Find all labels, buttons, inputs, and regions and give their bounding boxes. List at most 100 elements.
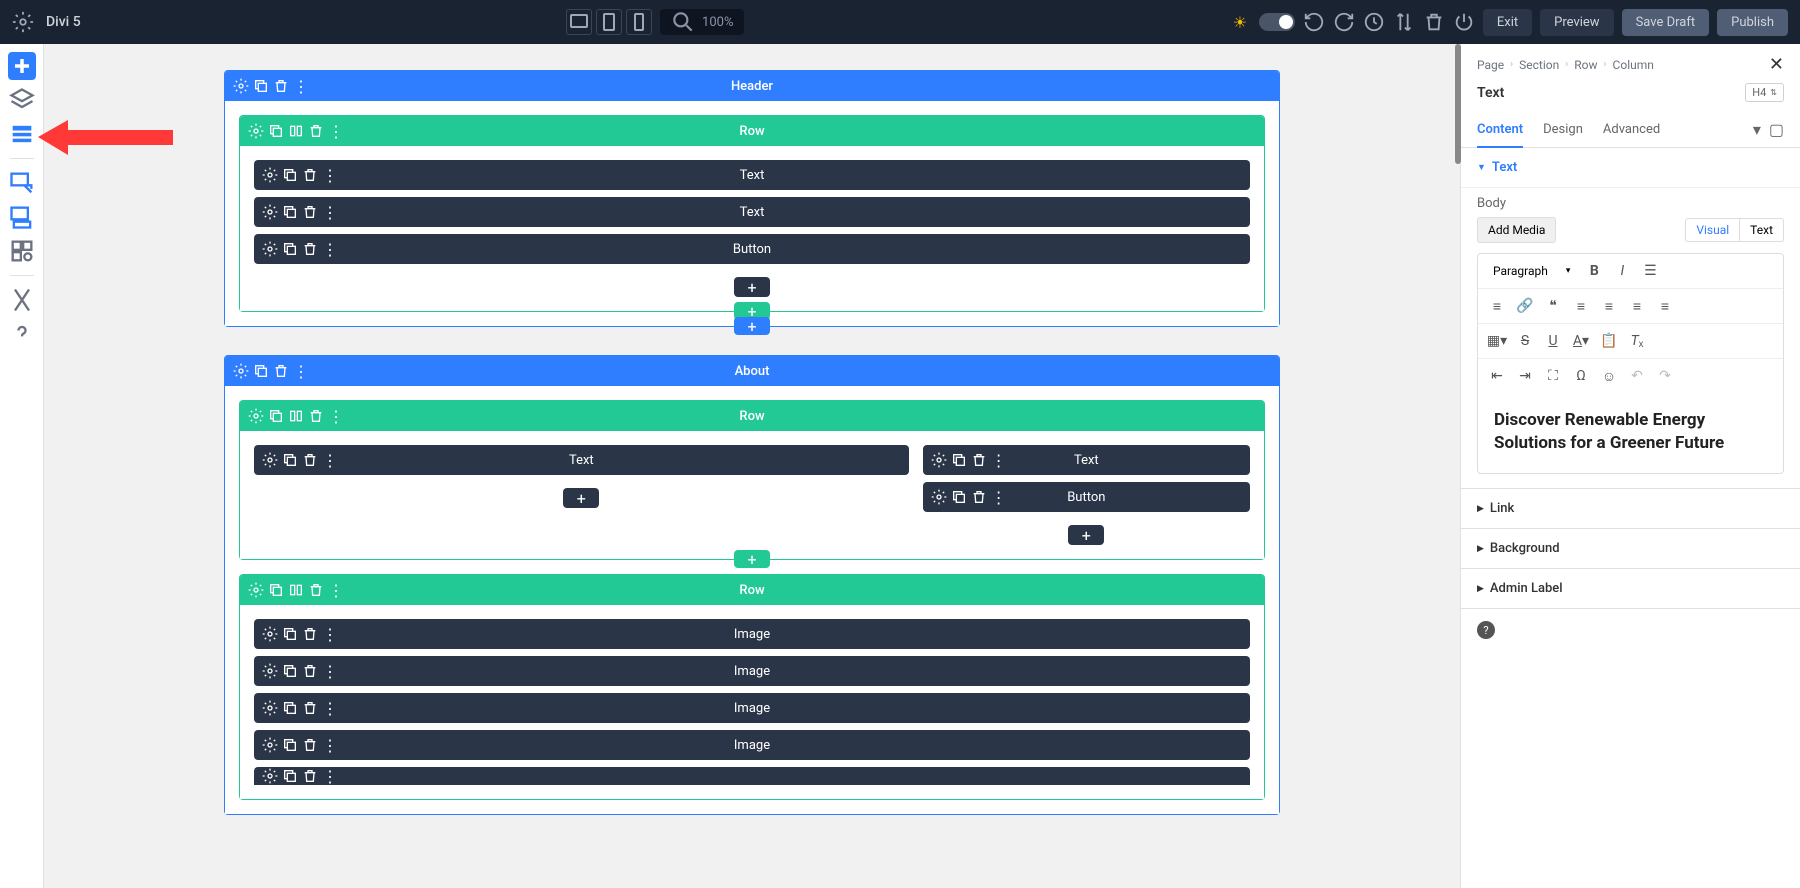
section-header[interactable]: ⋮ Header ⋮ Row [224,70,1280,327]
more-icon[interactable]: ⋮ [322,204,338,220]
preview-button[interactable]: Preview [1540,9,1613,36]
gear-icon[interactable] [262,768,278,784]
mobile-view-icon[interactable] [626,9,652,35]
add-element-button[interactable] [8,52,36,80]
publish-button[interactable]: Publish [1717,9,1788,36]
emoji-icon[interactable]: ☺ [1598,365,1620,387]
duplicate-icon[interactable] [951,489,967,505]
module-button[interactable]: ⋮ Button [254,234,1250,264]
trash-icon[interactable] [302,167,318,183]
row[interactable]: ⋮ Row ⋮ Text [239,115,1265,312]
gear-icon[interactable] [12,11,34,33]
tab-advanced[interactable]: Advanced [1603,112,1660,147]
align-center-icon[interactable]: ≡ [1598,295,1620,317]
duplicate-icon[interactable] [253,363,269,379]
gear-icon[interactable] [931,489,947,505]
breadcrumb-row[interactable]: Row [1574,58,1597,72]
trash-icon[interactable] [1423,11,1445,33]
gear-icon[interactable] [262,241,278,257]
brightness-icon[interactable]: ☀ [1229,11,1251,33]
sort-icon[interactable] [1393,11,1415,33]
dark-mode-toggle[interactable] [1259,13,1295,31]
module-image[interactable]: ⋮ Image [254,730,1250,760]
zoom-input[interactable]: 100% [660,9,743,35]
add-module-button[interactable]: + [734,277,770,297]
wireframe-icon[interactable] [8,120,36,148]
row[interactable]: ⋮ Row ⋮ Image [239,574,1265,800]
clear-format-icon[interactable]: Tₓ [1626,330,1648,352]
align-right-icon[interactable]: ≡ [1626,295,1648,317]
more-icon[interactable]: ⋮ [991,489,1007,505]
more-icon[interactable]: ⋮ [322,663,338,679]
trash-icon[interactable] [273,78,289,94]
editor-content[interactable]: Discover Renewable Energy Solutions for … [1478,393,1783,473]
gear-icon[interactable] [262,737,278,753]
fullscreen-icon[interactable]: ⛶ [1542,365,1564,387]
help-icon[interactable]: ? [1477,621,1495,639]
gear-icon[interactable] [262,204,278,220]
power-icon[interactable] [1453,11,1475,33]
trash-icon[interactable] [971,452,987,468]
indent-icon[interactable]: ⇥ [1514,365,1536,387]
duplicate-icon[interactable] [282,452,298,468]
duplicate-icon[interactable] [268,582,284,598]
numbered-list-icon[interactable]: ≡ [1486,295,1508,317]
bold-icon[interactable]: B [1583,260,1605,282]
module-text[interactable]: ⋮ Text [923,445,1250,475]
italic-icon[interactable]: I [1611,260,1633,282]
grid-icon[interactable] [8,237,36,265]
columns-icon[interactable] [288,408,304,424]
gear-icon[interactable] [248,123,264,139]
duplicate-icon[interactable] [268,123,284,139]
exit-button[interactable]: Exit [1483,9,1532,36]
trash-icon[interactable] [302,700,318,716]
trash-icon[interactable] [302,663,318,679]
tab-design[interactable]: Design [1543,112,1583,147]
more-icon[interactable]: ⋮ [322,737,338,753]
more-icon[interactable]: ⋮ [322,241,338,257]
module-image[interactable]: ⋮ Image [254,656,1250,686]
more-icon[interactable]: ⋮ [293,363,309,379]
special-char-icon[interactable]: Ω [1570,365,1592,387]
tab-content[interactable]: Content [1477,112,1523,147]
text-tab[interactable]: Text [1739,218,1784,242]
gear-icon[interactable] [262,626,278,642]
redo-icon[interactable] [1333,11,1355,33]
chevron-down-icon[interactable]: ▾ [1753,120,1761,139]
trash-icon[interactable] [302,241,318,257]
add-module-button[interactable]: + [563,488,599,508]
module-image[interactable]: ⋮ Image [254,693,1250,723]
duplicate-icon[interactable] [282,167,298,183]
gear-icon[interactable] [262,700,278,716]
add-row-button[interactable]: + [734,550,770,568]
more-icon[interactable]: ⋮ [293,78,309,94]
duplicate-icon[interactable] [282,241,298,257]
more-icon[interactable]: ⋮ [322,768,338,784]
layers-icon[interactable] [8,86,36,114]
more-icon[interactable]: ⋮ [328,123,344,139]
duplicate-icon[interactable] [282,768,298,784]
duplicate-icon[interactable] [282,204,298,220]
gear-icon[interactable] [248,408,264,424]
trash-icon[interactable] [302,737,318,753]
align-justify-icon[interactable]: ≡ [1654,295,1676,317]
click-mode-icon[interactable] [8,169,36,197]
breadcrumb-section[interactable]: Section [1519,58,1559,72]
gear-icon[interactable] [262,167,278,183]
gear-icon[interactable] [233,78,249,94]
module-text[interactable]: ⋮ Text [254,160,1250,190]
gear-icon[interactable] [248,582,264,598]
gear-icon[interactable] [233,363,249,379]
trash-icon[interactable] [302,452,318,468]
add-module-button[interactable]: + [1068,525,1104,545]
expand-icon[interactable]: ▢ [1769,120,1784,139]
section-about[interactable]: ⋮ About ⋮ Row [224,355,1280,815]
duplicate-icon[interactable] [268,408,284,424]
duplicate-icon[interactable] [282,737,298,753]
text-section-header[interactable]: ▼Text [1461,148,1800,188]
add-section-button[interactable]: + [734,317,770,335]
gear-icon[interactable] [931,452,947,468]
close-icon[interactable]: ✕ [1769,54,1784,75]
duplicate-icon[interactable] [282,700,298,716]
bullet-list-icon[interactable]: ☰ [1639,260,1661,282]
